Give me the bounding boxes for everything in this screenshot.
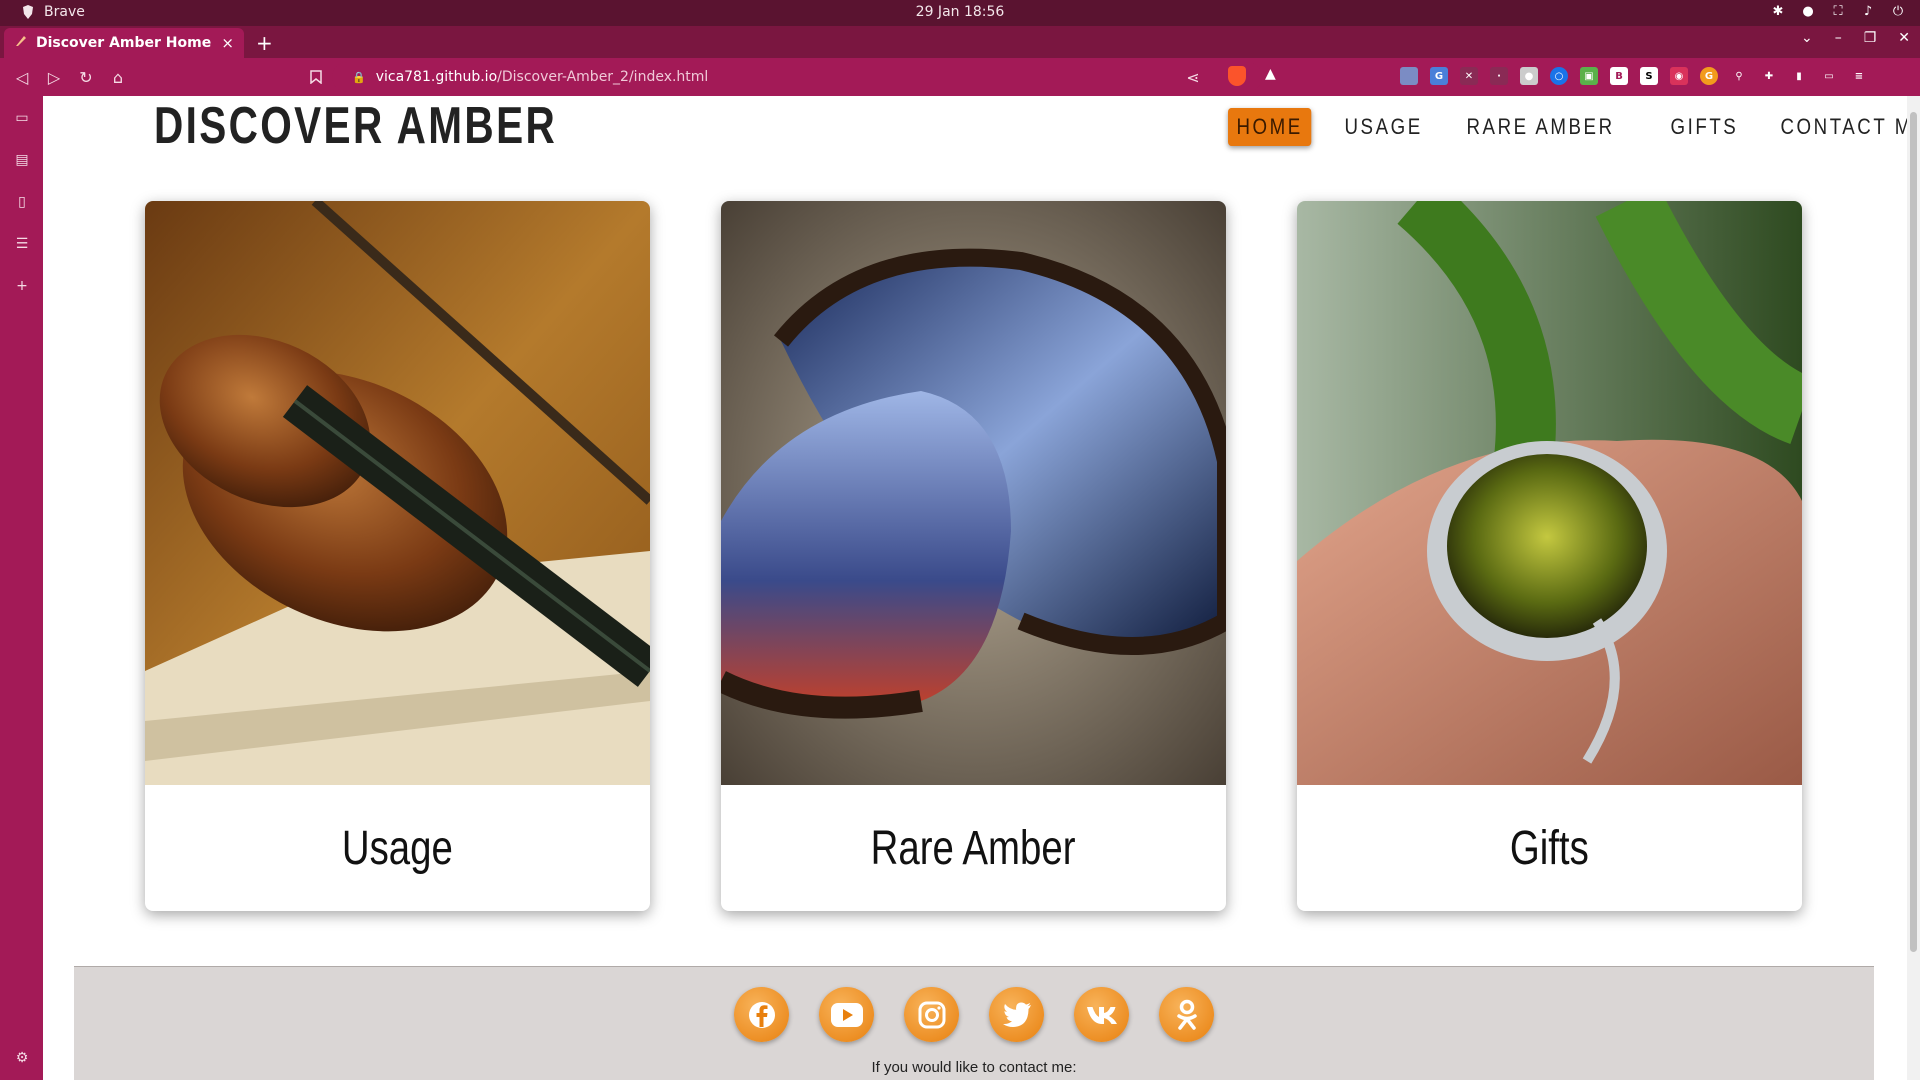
os-top-bar: Brave 29 Jan 18:56 ✱ ● ⛶ ♪ ⏻ xyxy=(0,0,1920,26)
main-nav: HOME USAGE RARE AMBER GIFTS CONTACT ME xyxy=(1228,108,1907,146)
volume-icon[interactable]: ♪ xyxy=(1860,3,1876,19)
violin-image xyxy=(145,201,650,785)
back-icon[interactable]: ◁ xyxy=(12,67,32,87)
nav-rare-amber[interactable]: RARE AMBER xyxy=(1458,108,1623,146)
close-window-icon[interactable]: ✕ xyxy=(1898,30,1910,46)
page-footer: If you would like to contact me: xyxy=(74,966,1874,1080)
url-path: /Discover-Amber_2/index.html xyxy=(497,69,709,85)
restore-icon[interactable]: ❐ xyxy=(1864,30,1877,46)
card-title[interactable]: Gifts xyxy=(1297,785,1802,911)
youtube-icon[interactable] xyxy=(819,987,874,1042)
close-icon[interactable]: × xyxy=(221,34,234,52)
tab-favicon-icon xyxy=(14,34,28,52)
power-icon[interactable]: ⏻ xyxy=(1890,3,1906,19)
scrollbar-thumb[interactable] xyxy=(1910,112,1917,952)
os-tray[interactable]: ✱ ● ⛶ ♪ ⏻ xyxy=(1770,3,1906,19)
facebook-icon[interactable] xyxy=(734,987,789,1042)
forward-icon[interactable]: ▷ xyxy=(44,67,64,87)
new-tab-button[interactable]: + xyxy=(256,31,273,55)
extension-icon[interactable]: S xyxy=(1640,67,1658,85)
extension-icon[interactable]: ○ xyxy=(1550,67,1568,85)
instagram-icon[interactable] xyxy=(904,987,959,1042)
sidebar-toggle-icon[interactable]: ▮ xyxy=(1790,67,1808,85)
extension-icon[interactable]: ● xyxy=(1520,67,1538,85)
tab-list-icon[interactable]: ⌄ xyxy=(1801,30,1813,46)
extension-icon[interactable] xyxy=(1400,67,1418,85)
odnoklassniki-icon[interactable] xyxy=(1159,987,1214,1042)
home-icon[interactable]: ⌂ xyxy=(108,67,128,87)
os-clock[interactable]: 29 Jan 18:56 xyxy=(0,4,1920,20)
card-gifts[interactable]: Gifts xyxy=(1297,201,1802,911)
lock-icon[interactable]: 🔒 xyxy=(352,71,366,84)
extension-icon[interactable]: ▣ xyxy=(1580,67,1598,85)
brave-shields-icon[interactable] xyxy=(1228,66,1246,86)
gear-icon[interactable]: ⚙ xyxy=(12,1048,32,1068)
slack-icon[interactable]: ✱ xyxy=(1770,3,1786,19)
extension-icon[interactable]: ◉ xyxy=(1670,67,1688,85)
nav-usage[interactable]: USAGE xyxy=(1336,108,1431,146)
page-viewport: DISCOVER AMBER HOME USAGE RARE AMBER GIF… xyxy=(43,96,1907,1080)
twitter-icon[interactable] xyxy=(989,987,1044,1042)
minimize-icon[interactable]: – xyxy=(1835,30,1842,46)
extensions-row: G ✕ · ● ○ ▣ B S ◉ G ⚲ ✚ ▮ ▭ ≡ xyxy=(1400,67,1868,85)
address-bar[interactable]: 🔒 vica781.github.io/Discover-Amber_2/ind… xyxy=(332,62,1262,92)
translate-icon[interactable]: G xyxy=(1430,67,1448,85)
add-icon[interactable]: + xyxy=(12,276,32,296)
tab-title: Discover Amber Home xyxy=(36,35,212,51)
window-controls: ⌄ – ❐ ✕ xyxy=(1801,30,1910,46)
card-usage[interactable]: Usage xyxy=(145,201,650,911)
card-title[interactable]: Rare Amber xyxy=(721,785,1226,911)
tab-discover-amber[interactable]: Discover Amber Home × xyxy=(4,28,244,58)
vk-icon[interactable] xyxy=(1074,987,1129,1042)
nav-contact-me[interactable]: CONTACT ME xyxy=(1772,108,1907,146)
menu-icon[interactable]: ≡ xyxy=(1850,67,1868,85)
reading-list-icon[interactable]: ☰ xyxy=(12,234,32,254)
wallet-icon[interactable]: ▤ xyxy=(12,150,32,170)
bookmark-icon[interactable] xyxy=(306,67,326,87)
nav-home[interactable]: HOME xyxy=(1228,108,1312,146)
contact-text: If you would like to contact me: xyxy=(871,1059,1077,1076)
amber-ring-image xyxy=(1297,201,1802,785)
extension-icon[interactable]: G xyxy=(1700,67,1718,85)
bookmark-icon[interactable]: ▯ xyxy=(12,192,32,212)
site-title[interactable]: DISCOVER AMBER xyxy=(154,96,557,156)
page-scrollbar[interactable] xyxy=(1907,96,1920,1080)
card-rare-amber[interactable]: Rare Amber xyxy=(721,201,1226,911)
card-grid: Usage Rare Amber Gifts xyxy=(145,201,1805,911)
tab-strip: Discover Amber Home × xyxy=(0,26,1920,58)
reload-icon[interactable]: ↻ xyxy=(76,67,96,87)
network-icon[interactable]: ⛶ xyxy=(1830,3,1846,19)
brave-rewards-icon[interactable]: ▲ xyxy=(1265,66,1285,86)
share-icon[interactable]: ⋖ xyxy=(1183,67,1203,87)
extension-icon[interactable]: · xyxy=(1490,67,1508,85)
url-host: vica781.github.io xyxy=(375,69,498,85)
card-title[interactable]: Usage xyxy=(145,785,650,911)
browser-toolbar: ◁ ▷ ↻ ⌂ 🔒 vica781.github.io/Discover-Amb… xyxy=(0,58,1920,96)
social-links xyxy=(734,987,1214,1042)
video-icon[interactable]: ▭ xyxy=(12,108,32,128)
browser-sidebar: ▭ ▤ ▯ ☰ + ⚙ xyxy=(0,96,43,1080)
extension-icon[interactable]: ✕ xyxy=(1460,67,1478,85)
nav-gifts[interactable]: GIFTS xyxy=(1662,108,1747,146)
blue-amber-image xyxy=(721,201,1226,785)
puzzle-icon[interactable]: ✚ xyxy=(1760,67,1778,85)
extension-icon[interactable]: ⚲ xyxy=(1730,67,1748,85)
extension-icon[interactable]: B xyxy=(1610,67,1628,85)
chat-icon[interactable]: ● xyxy=(1800,3,1816,19)
wallet-icon[interactable]: ▭ xyxy=(1820,67,1838,85)
